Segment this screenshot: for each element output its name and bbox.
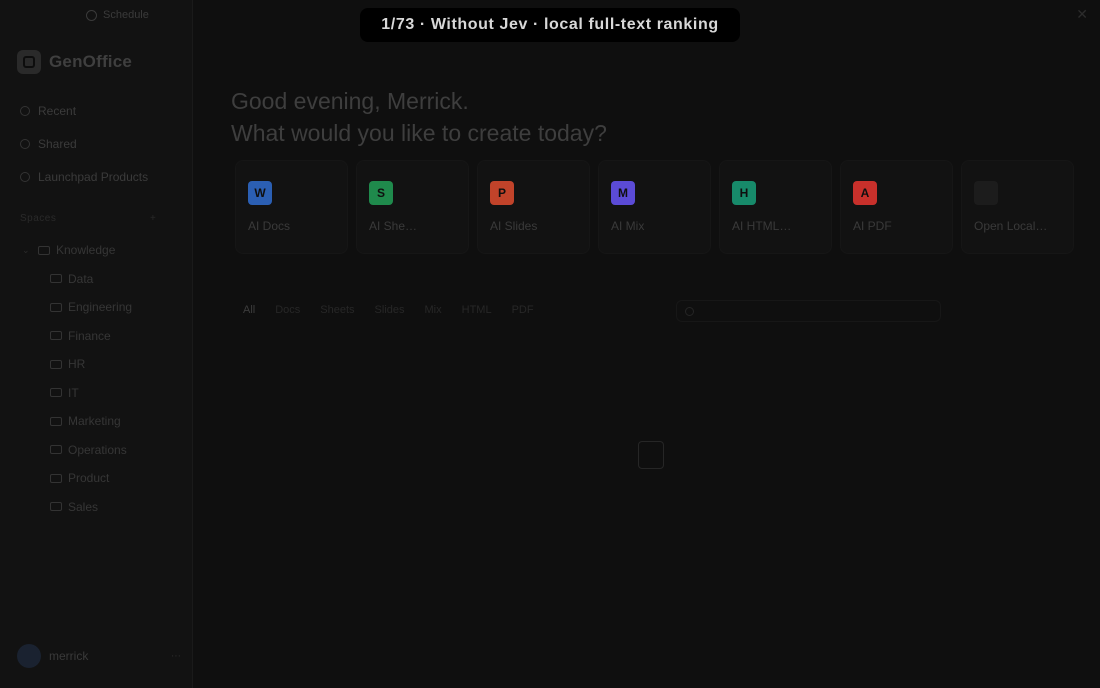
tree-item[interactable]: Data xyxy=(22,265,182,294)
folder-open-icon xyxy=(974,181,998,205)
greeting: Good evening, Merrick. What would you li… xyxy=(231,85,607,149)
tree-item-label: Operations xyxy=(68,442,127,457)
folder-icon xyxy=(50,274,62,284)
slides-icon: P xyxy=(490,181,514,205)
card-title: AI Mix xyxy=(611,219,645,233)
avatar xyxy=(17,644,41,668)
folder-icon xyxy=(50,416,62,426)
tree-item-label: Product xyxy=(68,471,110,486)
logo-icon xyxy=(17,50,41,74)
card-title: AI Slides xyxy=(490,219,538,233)
create-cards: W AI Docs S AI She… P AI Slides M AI Mix xyxy=(235,160,1074,254)
card-title: Open Local… xyxy=(974,219,1048,233)
sidebar-nav: Recent Shared Launchpad Products xyxy=(14,96,184,195)
share-icon xyxy=(20,139,30,149)
tab-html[interactable]: HTML xyxy=(462,304,492,316)
folder-icon xyxy=(50,302,62,312)
docs-icon: W xyxy=(248,181,272,205)
top-search[interactable]: Schedule xyxy=(86,9,149,21)
card-ai-slides[interactable]: P AI Slides xyxy=(477,160,590,254)
search-icon xyxy=(685,306,694,316)
tree-item[interactable]: Engineering xyxy=(22,293,182,322)
spaces-section-label: Spaces xyxy=(20,213,57,224)
card-ai-pdf[interactable]: A AI PDF xyxy=(840,160,953,254)
tab-all[interactable]: All xyxy=(243,304,255,316)
greeting-line-1: Good evening, Merrick. xyxy=(231,88,469,114)
add-space-button[interactable]: + xyxy=(150,213,156,224)
mix-icon: M xyxy=(611,181,635,205)
user-name: merrick xyxy=(49,649,89,663)
empty-state-icon xyxy=(638,441,664,469)
tree-root-label: Knowledge xyxy=(56,243,116,258)
rocket-icon xyxy=(20,172,30,182)
search-input[interactable] xyxy=(676,300,941,322)
folder-icon xyxy=(50,502,62,512)
tree-item[interactable]: Product xyxy=(22,464,182,493)
tab-mix[interactable]: Mix xyxy=(425,304,442,316)
pdf-icon: A xyxy=(853,181,877,205)
folder-icon xyxy=(50,473,62,483)
card-ai-html[interactable]: H AI HTML… xyxy=(719,160,832,254)
close-icon[interactable]: ✕ xyxy=(1076,6,1088,23)
card-title: AI HTML… xyxy=(732,219,792,233)
card-ai-sheets[interactable]: S AI She… xyxy=(356,160,469,254)
card-title: AI PDF xyxy=(853,219,892,233)
card-title: AI She… xyxy=(369,219,418,233)
folder-icon xyxy=(38,245,50,255)
card-title: AI Docs xyxy=(248,219,291,233)
search-icon xyxy=(86,9,97,21)
card-open-local[interactable]: Open Local… xyxy=(961,160,1074,254)
tree-item[interactable]: Sales xyxy=(22,493,182,522)
filter-tabs: All Docs Sheets Slides Mix HTML PDF xyxy=(243,304,534,316)
tree-item[interactable]: Finance xyxy=(22,322,182,351)
tree-item-label: Sales xyxy=(68,499,99,514)
chevron-down-icon[interactable]: ⌄ xyxy=(22,245,32,256)
sidebar-item-label: Launchpad Products xyxy=(38,170,149,184)
tree-item[interactable]: Operations xyxy=(22,436,182,465)
sidebar-item-recent[interactable]: Recent xyxy=(14,96,184,126)
folder-icon xyxy=(50,388,62,398)
folder-tree: ⌄ Knowledge Data Engineering Finance HR … xyxy=(22,236,182,521)
tree-item[interactable]: Marketing xyxy=(22,407,182,436)
sheets-icon: S xyxy=(369,181,393,205)
card-ai-docs[interactable]: W AI Docs xyxy=(235,160,348,254)
tab-docs[interactable]: Docs xyxy=(275,304,300,316)
folder-icon xyxy=(50,359,62,369)
brand-name: GenOffice xyxy=(49,52,133,71)
tree-item-label: IT xyxy=(68,385,79,400)
tree-item-label: Marketing xyxy=(68,414,121,429)
tab-pdf[interactable]: PDF xyxy=(512,304,534,316)
folder-icon xyxy=(50,331,62,341)
main-content: Good evening, Merrick. What would you li… xyxy=(193,0,1100,688)
brand: GenOffice xyxy=(17,50,132,74)
tree-item-label: Finance xyxy=(68,328,111,343)
greeting-line-2: What would you like to create today? xyxy=(231,120,607,146)
app-window: Schedule GenOffice Recent Shared Launchp… xyxy=(0,0,1100,688)
tree-item-label: Engineering xyxy=(68,300,133,315)
tree-item[interactable]: IT xyxy=(22,379,182,408)
clock-icon xyxy=(20,106,30,116)
tree-root[interactable]: ⌄ Knowledge xyxy=(22,236,182,265)
more-icon[interactable]: ⋯ xyxy=(171,651,181,662)
tab-slides[interactable]: Slides xyxy=(375,304,405,316)
card-ai-mix[interactable]: M AI Mix xyxy=(598,160,711,254)
sidebar: Schedule GenOffice Recent Shared Launchp… xyxy=(0,0,193,688)
tree-item-label: Data xyxy=(68,271,94,286)
folder-icon xyxy=(50,445,62,455)
sidebar-item-label: Recent xyxy=(38,104,77,118)
html-icon: H xyxy=(732,181,756,205)
top-search-label: Schedule xyxy=(103,9,149,21)
tree-item[interactable]: HR xyxy=(22,350,182,379)
sidebar-item-launchpad[interactable]: Launchpad Products xyxy=(14,162,184,192)
sidebar-item-label: Shared xyxy=(38,137,77,151)
user-profile[interactable]: merrick ⋯ xyxy=(17,644,181,668)
tab-sheets[interactable]: Sheets xyxy=(320,304,354,316)
tree-item-label: HR xyxy=(68,357,86,372)
overlay-banner: 1/73 · Without Jev · local full-text ran… xyxy=(360,8,740,42)
sidebar-item-shared[interactable]: Shared xyxy=(14,129,184,159)
